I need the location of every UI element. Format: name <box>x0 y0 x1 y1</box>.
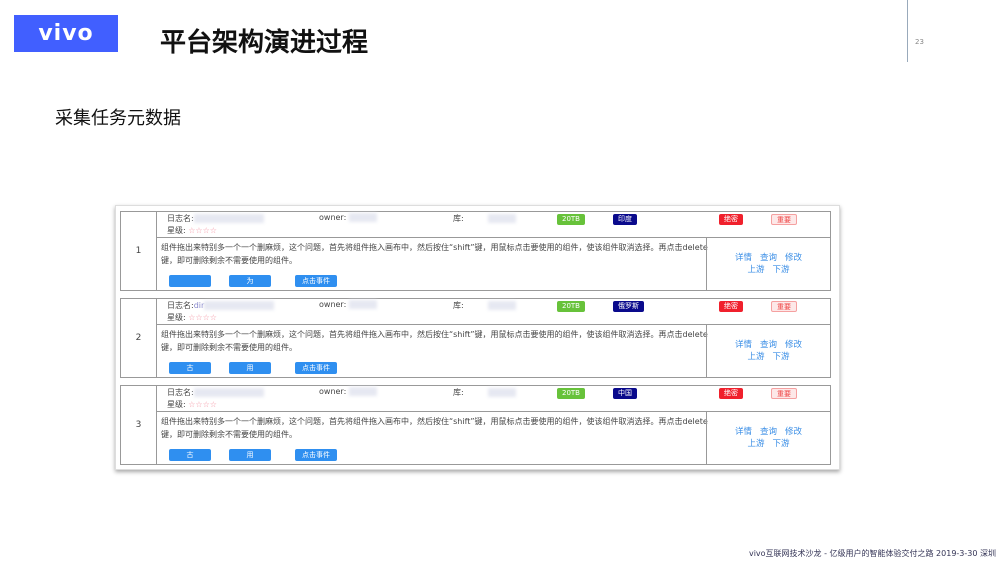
secret-tag: 绝密 <box>719 214 743 225</box>
redacted <box>193 388 264 397</box>
row-number: 3 <box>121 386 157 464</box>
db-label: 库: <box>453 214 464 223</box>
record-row: 3 日志名: owner: 库: 星级: ☆☆☆☆ 20TB 中国 绝密 重要 … <box>120 385 831 465</box>
row-number: 1 <box>121 212 157 290</box>
owner-field: owner: <box>319 213 377 222</box>
query-link[interactable]: 查询 <box>760 340 777 350</box>
action-button-1[interactable]: 古 <box>169 449 211 461</box>
downstream-link[interactable]: 下游 <box>773 439 790 449</box>
detail-link[interactable]: 详情 <box>735 340 752 350</box>
log-name-label: 日志名: <box>167 388 194 397</box>
page-title: 平台架构演进过程 <box>160 28 369 58</box>
log-name-label: 日志名: <box>167 214 194 223</box>
stars-label: 星级: <box>167 226 186 235</box>
secret-tag: 绝密 <box>719 301 743 312</box>
redacted <box>204 301 275 310</box>
query-link[interactable]: 查询 <box>760 427 777 437</box>
downstream-link[interactable]: 下游 <box>773 265 790 275</box>
owner-label: owner: <box>319 387 347 396</box>
stars-label: 星级: <box>167 313 186 322</box>
record-actions: 详情 查询 修改 上游 下游 <box>706 325 830 377</box>
redacted <box>193 214 264 223</box>
section-subtitle: 采集任务元数据 <box>55 108 181 129</box>
metadata-screenshot: 1 日志名: owner: 库: 星级: ☆☆☆☆ 20TB 印度 绝密 重要 … <box>115 205 840 470</box>
owner-field: owner: <box>319 387 377 396</box>
action-button-1[interactable]: 古 <box>169 362 211 374</box>
redacted <box>348 213 377 222</box>
click-event-button[interactable]: 点击事件 <box>295 449 337 461</box>
size-tag: 20TB <box>557 214 585 225</box>
owner-field: owner: <box>319 300 377 309</box>
log-name-field: 日志名: <box>167 213 264 224</box>
record-actions: 详情 查询 修改 上游 下游 <box>706 412 830 464</box>
click-event-button[interactable]: 点击事件 <box>295 362 337 374</box>
vivo-logo: vivo <box>14 15 118 52</box>
upstream-link[interactable]: 上游 <box>747 265 764 275</box>
secret-tag: 绝密 <box>719 388 743 399</box>
country-tag: 俄罗斯 <box>613 301 644 312</box>
upstream-link[interactable]: 上游 <box>747 439 764 449</box>
record-header: 日志名: owner: 库: 星级: ☆☆☆☆ 20TB 中国 绝密 重要 <box>157 386 830 412</box>
log-name-field: 日志名: <box>167 387 264 398</box>
star-field: 星级: ☆☆☆☆ <box>167 225 217 236</box>
divider <box>907 0 908 62</box>
record-body: 组件拖出来特别多一个一个删麻烦，这个问题，首先将组件拖入画布中，然后按住“shi… <box>157 325 708 377</box>
db-field: 库: <box>453 387 516 398</box>
record-body: 组件拖出来特别多一个一个删麻烦，这个问题，首先将组件拖入画布中，然后按住“shi… <box>157 238 708 290</box>
record-row: 1 日志名: owner: 库: 星级: ☆☆☆☆ 20TB 印度 绝密 重要 … <box>120 211 831 291</box>
importance-tag: 重要 <box>771 388 797 399</box>
action-button-2[interactable]: 为 <box>229 275 271 287</box>
size-tag: 20TB <box>557 301 585 312</box>
detail-link[interactable]: 详情 <box>735 427 752 437</box>
db-field: 库: <box>453 300 516 311</box>
row-number: 2 <box>121 299 157 377</box>
footer-text: vivo互联网技术沙龙 - 亿级用户的智能体验交付之路 2019-3-30 深圳 <box>748 549 996 558</box>
action-button-2[interactable]: 用 <box>229 362 271 374</box>
query-link[interactable]: 查询 <box>760 253 777 263</box>
db-label: 库: <box>453 301 464 310</box>
star-rating: ☆☆☆☆ <box>188 400 217 409</box>
star-field: 星级: ☆☆☆☆ <box>167 399 217 410</box>
redacted <box>487 388 516 397</box>
upstream-link[interactable]: 上游 <box>747 352 764 362</box>
redacted <box>348 387 377 396</box>
importance-tag: 重要 <box>771 301 797 312</box>
detail-link[interactable]: 详情 <box>735 253 752 263</box>
redacted <box>487 301 516 310</box>
importance-tag: 重要 <box>771 214 797 225</box>
log-name-field: 日志名:dir <box>167 300 275 311</box>
action-button-2[interactable]: 用 <box>229 449 271 461</box>
redacted <box>348 300 377 309</box>
record-row: 2 日志名:dir owner: 库: 星级: ☆☆☆☆ 20TB 俄罗斯 绝密… <box>120 298 831 378</box>
owner-label: owner: <box>319 213 347 222</box>
log-name-label: 日志名: <box>167 301 194 310</box>
edit-link[interactable]: 修改 <box>785 253 802 263</box>
edit-link[interactable]: 修改 <box>785 427 802 437</box>
size-tag: 20TB <box>557 388 585 399</box>
description: 组件拖出来特别多一个一个删麻烦，这个问题，首先将组件拖入画布中，然后按住“shi… <box>161 417 708 439</box>
record-body: 组件拖出来特别多一个一个删麻烦，这个问题，首先将组件拖入画布中，然后按住“shi… <box>157 412 708 464</box>
record-actions: 详情 查询 修改 上游 下游 <box>706 238 830 290</box>
downstream-link[interactable]: 下游 <box>773 352 790 362</box>
db-label: 库: <box>453 388 464 397</box>
star-field: 星级: ☆☆☆☆ <box>167 312 217 323</box>
star-rating: ☆☆☆☆ <box>188 226 217 235</box>
owner-label: owner: <box>319 300 347 309</box>
edit-link[interactable]: 修改 <box>785 340 802 350</box>
click-event-button[interactable]: 点击事件 <box>295 275 337 287</box>
log-name-value: dir <box>193 301 205 310</box>
country-tag: 印度 <box>613 214 637 225</box>
redacted <box>487 214 516 223</box>
stars-label: 星级: <box>167 400 186 409</box>
star-rating: ☆☆☆☆ <box>188 313 217 322</box>
db-field: 库: <box>453 213 516 224</box>
record-header: 日志名: owner: 库: 星级: ☆☆☆☆ 20TB 印度 绝密 重要 <box>157 212 830 238</box>
record-header: 日志名:dir owner: 库: 星级: ☆☆☆☆ 20TB 俄罗斯 绝密 重… <box>157 299 830 325</box>
description: 组件拖出来特别多一个一个删麻烦，这个问题，首先将组件拖入画布中，然后按住“shi… <box>161 330 708 352</box>
description: 组件拖出来特别多一个一个删麻烦，这个问题，首先将组件拖入画布中，然后按住“shi… <box>161 243 708 265</box>
action-button-1[interactable] <box>169 275 211 287</box>
page-number: 23 <box>915 38 924 46</box>
country-tag: 中国 <box>613 388 637 399</box>
